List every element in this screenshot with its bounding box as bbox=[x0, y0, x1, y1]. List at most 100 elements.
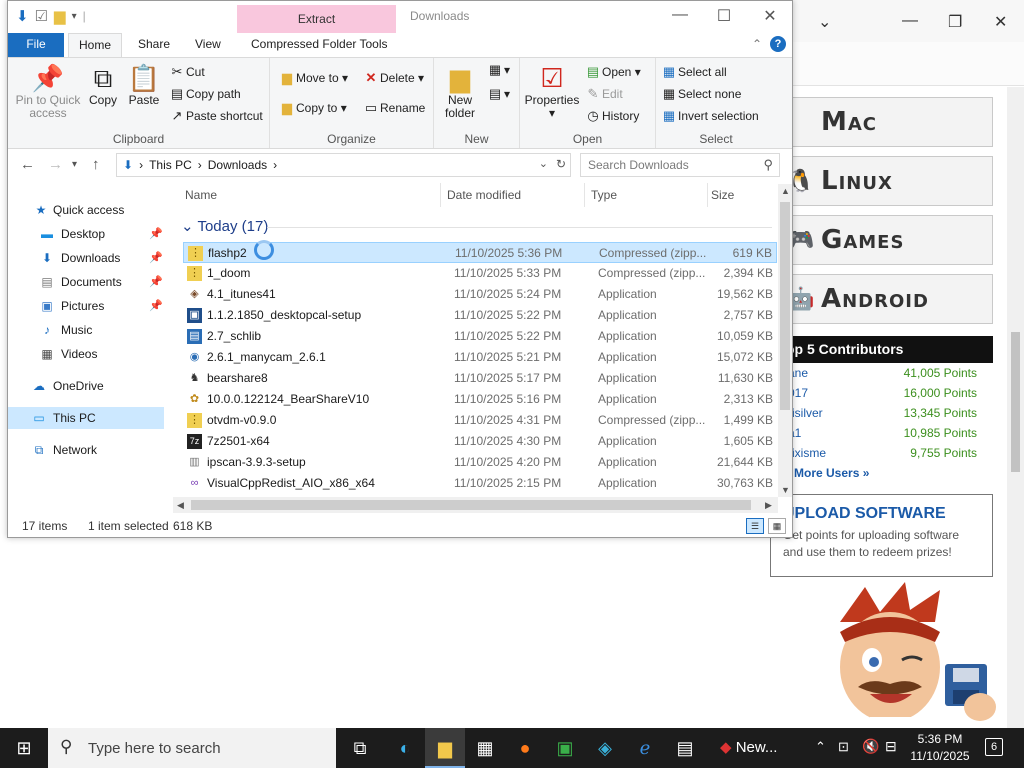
table-row[interactable]: ◈ 4.1_itunes41 11/10/2025 5:24 PM Applic… bbox=[183, 284, 777, 305]
app-network[interactable]: ◈ bbox=[585, 728, 625, 768]
scroll-up-icon[interactable]: ▲ bbox=[781, 186, 790, 196]
upload-software-box[interactable]: UPLOAD SOFTWARE Get points for uploading… bbox=[770, 494, 993, 577]
collapse-ribbon-icon[interactable]: ⌃ bbox=[752, 37, 762, 51]
horizontal-scrollbar-thumb[interactable] bbox=[191, 500, 751, 510]
column-header-name[interactable]: Name bbox=[185, 188, 217, 202]
news-widget[interactable]: ◆ New... bbox=[720, 728, 777, 768]
nav-documents[interactable]: ▤ Documents 📌 bbox=[8, 271, 164, 293]
platform-mac-button[interactable]: Mac bbox=[770, 97, 993, 147]
file-list-horizontal-scrollbar[interactable]: ◀ ▶ bbox=[173, 497, 778, 513]
file-explorer-app[interactable]: ▆ bbox=[425, 728, 465, 768]
column-divider[interactable] bbox=[584, 183, 585, 207]
nav-this-pc[interactable]: ▭ This PC bbox=[8, 407, 164, 429]
help-icon[interactable]: ? bbox=[770, 36, 786, 52]
up-arrow-icon[interactable]: ↑ bbox=[92, 156, 100, 173]
breadcrumb-this-pc[interactable]: This PC bbox=[149, 158, 192, 172]
move-to-button[interactable]: ▆ Move to ▾ bbox=[278, 68, 348, 88]
table-row[interactable]: ◉ 2.6.1_manycam_2.6.1 11/10/2025 5:21 PM… bbox=[183, 347, 777, 368]
tab-list-chevron-icon[interactable]: ⌄ bbox=[818, 12, 831, 32]
upload-title[interactable]: UPLOAD SOFTWARE bbox=[783, 505, 982, 523]
nav-desktop[interactable]: ▬ Desktop 📌 bbox=[8, 223, 164, 245]
cut-button[interactable]: ✂ Cut bbox=[168, 62, 205, 82]
column-header-date[interactable]: Date modified bbox=[447, 188, 521, 202]
minimize-button[interactable]: — bbox=[660, 6, 700, 24]
notification-center-button[interactable]: 6 bbox=[985, 738, 1003, 756]
properties-check-icon[interactable]: ☑ bbox=[35, 7, 48, 25]
nav-pictures[interactable]: ▣ Pictures 📌 bbox=[8, 295, 164, 317]
address-dropdown-icon[interactable]: ⌄ bbox=[539, 157, 548, 170]
breadcrumb-downloads[interactable]: Downloads bbox=[208, 158, 267, 172]
table-row[interactable]: ▥ ipscan-3.9.3-setup 11/10/2025 4:20 PM … bbox=[183, 452, 777, 473]
scroll-left-icon[interactable]: ◀ bbox=[177, 500, 184, 511]
search-input[interactable]: Search Downloads ⚲ bbox=[580, 153, 780, 177]
app-window[interactable]: ▤ bbox=[665, 728, 705, 768]
meet-now-icon[interactable]: ⊡ bbox=[838, 739, 849, 755]
select-none-button[interactable]: ▦ Select none bbox=[660, 84, 742, 104]
browser-scrollbar-thumb[interactable] bbox=[1011, 332, 1020, 472]
browser-restore-button[interactable]: ❐ bbox=[948, 12, 962, 32]
edge-app[interactable]: ◐ bbox=[385, 728, 425, 768]
platform-linux-button[interactable]: 🐧 Linux bbox=[770, 156, 993, 206]
table-row[interactable]: ✿ 10.0.0.122124_BearShareV10 11/10/2025 … bbox=[183, 389, 777, 410]
invert-selection-button[interactable]: ▦ Invert selection bbox=[660, 106, 759, 126]
history-button[interactable]: ◷ History bbox=[584, 106, 639, 126]
show-hidden-icons-chevron-icon[interactable]: ⌃ bbox=[815, 739, 826, 755]
column-divider[interactable] bbox=[707, 183, 708, 207]
table-row[interactable]: ⋮ 1_doom 11/10/2025 5:33 PM Compressed (… bbox=[183, 263, 777, 284]
table-row[interactable]: ♞ bearshare8 11/10/2025 5:17 PM Applicat… bbox=[183, 368, 777, 389]
clock[interactable]: 5:36 PM 11/10/2025 bbox=[900, 731, 980, 765]
delete-button[interactable]: ✕ Delete ▾ bbox=[362, 68, 425, 88]
column-divider[interactable] bbox=[440, 183, 441, 207]
tab-file[interactable]: File bbox=[8, 33, 64, 57]
app-green[interactable]: ▣ bbox=[545, 728, 585, 768]
store-app[interactable]: ▦ bbox=[465, 728, 505, 768]
recent-locations-chevron-icon[interactable]: ▾ bbox=[72, 159, 77, 170]
copy-to-button[interactable]: ▆ Copy to ▾ bbox=[278, 98, 347, 118]
new-folder-icon[interactable]: ▆ bbox=[54, 7, 66, 25]
contributor-name[interactable]: rixisme bbox=[788, 443, 826, 463]
more-users-link[interactable]: More Users » bbox=[770, 463, 993, 483]
tab-compressed-folder-tools[interactable]: Compressed Folder Tools bbox=[241, 33, 398, 57]
nav-onedrive[interactable]: ☁ OneDrive bbox=[8, 375, 164, 397]
maximize-button[interactable]: ☐ bbox=[704, 6, 744, 26]
scroll-right-icon[interactable]: ▶ bbox=[765, 500, 772, 511]
start-button[interactable]: ⊞ bbox=[0, 728, 48, 768]
paste-shortcut-button[interactable]: ↗ Paste shortcut bbox=[168, 106, 263, 126]
internet-explorer-app[interactable]: ℯ bbox=[625, 728, 665, 768]
details-view-icon[interactable]: ☰ bbox=[746, 518, 764, 534]
contributor-name[interactable]: risilver bbox=[788, 403, 823, 423]
table-row[interactable]: ▤ 2.7_schlib 11/10/2025 5:22 PM Applicat… bbox=[183, 326, 777, 347]
table-row[interactable]: 7z 7z2501-x64 11/10/2025 4:30 PM Applica… bbox=[183, 431, 777, 452]
customize-toolbar-icon[interactable]: ▾ bbox=[72, 11, 77, 22]
browser-close-button[interactable]: ✕ bbox=[994, 12, 1007, 32]
firefox-app[interactable]: ● bbox=[505, 728, 545, 768]
new-folder-button[interactable]: ▆ New folder bbox=[440, 62, 480, 120]
large-icons-view-icon[interactable]: ▦ bbox=[768, 518, 786, 534]
nav-videos[interactable]: ▦ Videos bbox=[8, 343, 164, 365]
rename-button[interactable]: ▭ Rename bbox=[362, 98, 426, 118]
refresh-icon[interactable]: ↻ bbox=[556, 157, 566, 171]
column-header-size[interactable]: Size bbox=[711, 188, 734, 202]
nav-quick-access[interactable]: ★ Quick access bbox=[8, 199, 164, 221]
open-button[interactable]: ▤ Open ▾ bbox=[584, 62, 641, 82]
new-item-button[interactable]: ▦ ▾ bbox=[486, 60, 510, 80]
easy-access-button[interactable]: ▤ ▾ bbox=[486, 84, 510, 104]
address-bar[interactable]: ⬇ › This PC › Downloads › ⌄ ↻ bbox=[116, 153, 571, 177]
browser-minimize-button[interactable]: — bbox=[902, 12, 918, 30]
table-row[interactable]: ∞ VisualCppRedist_AIO_x86_x64 11/10/2025… bbox=[183, 473, 777, 494]
forward-arrow-icon[interactable]: → bbox=[48, 156, 63, 173]
extract-context-tab[interactable]: Extract bbox=[237, 5, 396, 33]
back-arrow-icon[interactable]: ← bbox=[20, 156, 35, 173]
pin-to-quick-access-button[interactable]: 📌 Pin to Quick access bbox=[12, 62, 84, 120]
taskbar-search[interactable]: ⚲ Type here to search bbox=[48, 728, 336, 768]
file-list-vertical-scrollbar[interactable]: ▲ ▼ bbox=[778, 184, 792, 497]
scroll-down-icon[interactable]: ▼ bbox=[781, 485, 790, 495]
nav-music[interactable]: ♪ Music bbox=[8, 319, 164, 341]
select-all-button[interactable]: ▦ Select all bbox=[660, 62, 727, 82]
table-row[interactable]: ⋮ otvdm-v0.9.0 11/10/2025 4:31 PM Compre… bbox=[183, 410, 777, 431]
close-button[interactable]: ✕ bbox=[750, 6, 790, 26]
tab-share[interactable]: Share bbox=[128, 33, 180, 57]
group-header-today[interactable]: ⌄ Today (17) bbox=[181, 217, 268, 235]
nav-network[interactable]: ⧉ Network bbox=[8, 439, 164, 461]
volume-muted-icon[interactable]: 🔇 bbox=[862, 738, 879, 755]
